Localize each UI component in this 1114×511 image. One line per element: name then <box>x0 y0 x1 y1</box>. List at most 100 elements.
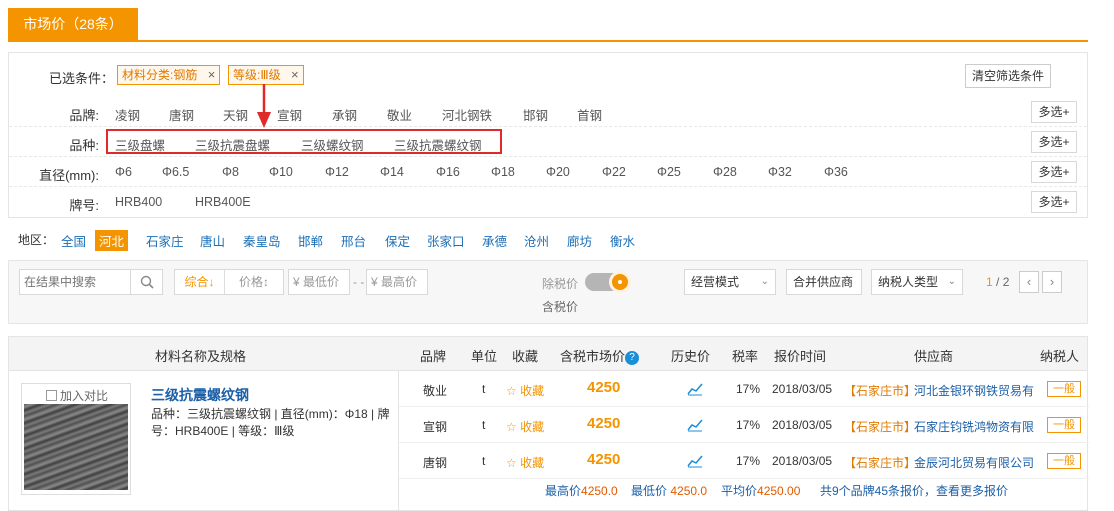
min-price-input[interactable]: ¥ 最低价 <box>288 269 350 295</box>
next-page-button[interactable]: › <box>1042 271 1062 293</box>
region-item[interactable]: 邯郸 <box>298 231 323 250</box>
close-icon[interactable]: × <box>208 66 216 84</box>
filter-option[interactable]: 唐钢 <box>169 105 194 124</box>
price-history-icon[interactable] <box>687 382 703 396</box>
filter-option[interactable]: Φ18 <box>491 165 515 179</box>
favorite-button[interactable]: ☆ 收藏 <box>506 418 544 435</box>
region-item[interactable]: 全国 <box>61 231 86 250</box>
filter-option[interactable]: 承钢 <box>332 105 357 124</box>
filter-option[interactable]: Φ12 <box>325 165 349 179</box>
supplier-link[interactable]: 河北金银环钢铁贸易有 <box>914 382 1034 399</box>
region-item[interactable]: 张家口 <box>427 231 465 250</box>
max-price-input[interactable]: ¥ 最高价 <box>366 269 428 295</box>
filter-option[interactable]: 天钢 <box>223 105 248 124</box>
business-mode-select[interactable]: 经营模式 ⌄ <box>684 269 776 295</box>
filter-tag-label: 等级:Ⅲ级 <box>233 68 281 82</box>
search-button[interactable] <box>131 269 163 295</box>
filter-option[interactable]: 宣钢 <box>277 105 302 124</box>
region-item-active[interactable]: 河北 <box>95 230 129 251</box>
summary-label: 最高价 <box>545 484 582 498</box>
view-more-quotes-link[interactable]: 共9个品牌45条报价，查看更多报价 <box>820 482 1008 499</box>
filter-option[interactable]: Φ14 <box>380 165 404 179</box>
supplier-link[interactable]: 石家庄钧铣鸿物资有限 <box>914 418 1034 435</box>
region-item[interactable]: 承德 <box>482 231 507 250</box>
filter-label: 品种: <box>69 138 99 153</box>
tax-toggle[interactable] <box>585 271 631 293</box>
favorite-button[interactable]: ☆ 收藏 <box>506 454 544 471</box>
filter-tag-grade[interactable]: 等级:Ⅲ级 × <box>228 65 304 85</box>
filter-option[interactable]: 邯钢 <box>523 105 548 124</box>
multi-select-button[interactable]: 多选+ <box>1031 161 1077 183</box>
price-history-icon[interactable] <box>687 454 703 468</box>
region-item[interactable]: 廊坊 <box>567 231 592 250</box>
help-icon[interactable]: ? <box>625 351 640 365</box>
filter-option[interactable]: 敬业 <box>387 105 412 124</box>
multi-select-button[interactable]: 多选+ <box>1031 191 1077 213</box>
filter-option[interactable]: HRB400 <box>115 195 162 209</box>
filter-option[interactable]: Φ36 <box>824 165 848 179</box>
table-header: 材料名称及规格 品牌 单位 收藏 含税市场价? 历史价 税率 报价时间 供应商 … <box>9 337 1087 371</box>
filter-option[interactable]: Φ10 <box>269 165 293 179</box>
column-header: 单位 <box>471 349 498 364</box>
brand-cell: 唐钢 <box>423 456 448 470</box>
supplier-link[interactable]: 金辰河北贸易有限公司 <box>914 454 1034 471</box>
filter-option[interactable]: 凌钢 <box>115 105 140 124</box>
filter-option[interactable]: 首钢 <box>577 105 602 124</box>
multi-select-button[interactable]: 多选+ <box>1031 131 1077 153</box>
product-image[interactable] <box>24 404 128 490</box>
product-title-link[interactable]: 三级抗震螺纹钢 <box>151 385 249 405</box>
filter-option[interactable]: Φ16 <box>436 165 460 179</box>
region-item[interactable]: 秦皇岛 <box>243 231 281 250</box>
filter-label: 品牌: <box>69 108 99 123</box>
filter-option[interactable]: Φ25 <box>657 165 681 179</box>
filter-option[interactable]: 河北钢铁 <box>442 105 492 124</box>
taxpayer-type-select[interactable]: 纳税人类型 ⌄ <box>871 269 963 295</box>
price-history-icon[interactable] <box>687 418 703 432</box>
unit-cell: t <box>482 418 486 432</box>
avg-price-summary: 平均价4250.00 <box>721 482 800 499</box>
quote-date-cell: 2018/03/05 <box>772 418 833 432</box>
filter-label: 直径(mm): <box>39 168 99 183</box>
sort-default-button[interactable]: 综合↓ <box>175 270 225 294</box>
select-label: 经营模式 <box>691 275 740 289</box>
filter-option[interactable]: Φ20 <box>546 165 570 179</box>
region-item[interactable]: 唐山 <box>200 231 225 250</box>
region-item[interactable]: 石家庄 <box>146 231 184 250</box>
filter-tag-category[interactable]: 材料分类:钢筋 × <box>117 65 221 85</box>
search-input[interactable] <box>19 269 131 295</box>
region-item[interactable]: 保定 <box>385 231 410 250</box>
filter-option[interactable]: Φ6 <box>115 165 132 179</box>
column-header-price: 含税市场价? <box>560 346 640 365</box>
multi-select-button[interactable]: 多选+ <box>1031 101 1077 123</box>
filter-option[interactable]: Φ28 <box>713 165 737 179</box>
tab-market-price[interactable]: 市场价（28条） <box>8 8 138 42</box>
filter-option[interactable]: Φ8 <box>222 165 239 179</box>
add-compare-checkbox[interactable]: 加入对比 <box>46 387 108 404</box>
page-total: / 2 <box>996 275 1010 289</box>
filter-option[interactable]: HRB400E <box>195 195 251 209</box>
filter-option[interactable]: Φ22 <box>602 165 626 179</box>
sort-price-button[interactable]: 价格↕ <box>225 270 283 294</box>
tax-rate-cell: 17% <box>736 418 761 432</box>
taxpayer-badge: 一般 <box>1047 417 1081 433</box>
filter-option[interactable]: Φ6.5 <box>162 165 189 179</box>
brand-cell: 敬业 <box>423 384 448 398</box>
summary-value: 4250.00 <box>757 484 801 498</box>
column-header: 收藏 <box>512 349 539 364</box>
results-table: 材料名称及规格 品牌 单位 收藏 含税市场价? 历史价 税率 报价时间 供应商 … <box>8 336 1089 511</box>
region-item[interactable]: 沧州 <box>524 231 549 250</box>
chevron-right-icon: › <box>1049 274 1055 289</box>
filter-option[interactable]: Φ32 <box>768 165 792 179</box>
region-item[interactable]: 衡水 <box>610 231 635 250</box>
region-item[interactable]: 邢台 <box>341 231 366 250</box>
supplier-region: 【石家庄市】 <box>844 384 917 398</box>
price-summary: 最高价4250.0 最低价 4250.0 平均价4250.00 共9个品牌45条… <box>399 482 1089 502</box>
tab-bar: 市场价（28条） <box>8 8 1088 42</box>
product-image-box: 加入对比 <box>21 383 131 495</box>
prev-page-button[interactable]: ‹ <box>1019 271 1039 293</box>
merge-supplier-button[interactable]: 合并供应商 <box>786 269 862 295</box>
clear-filters-button[interactable]: 清空筛选条件 <box>964 64 1051 88</box>
favorite-button[interactable]: ☆ 收藏 <box>506 382 544 399</box>
chevron-down-icon: ⌄ <box>760 276 769 287</box>
close-icon[interactable]: × <box>291 66 299 84</box>
